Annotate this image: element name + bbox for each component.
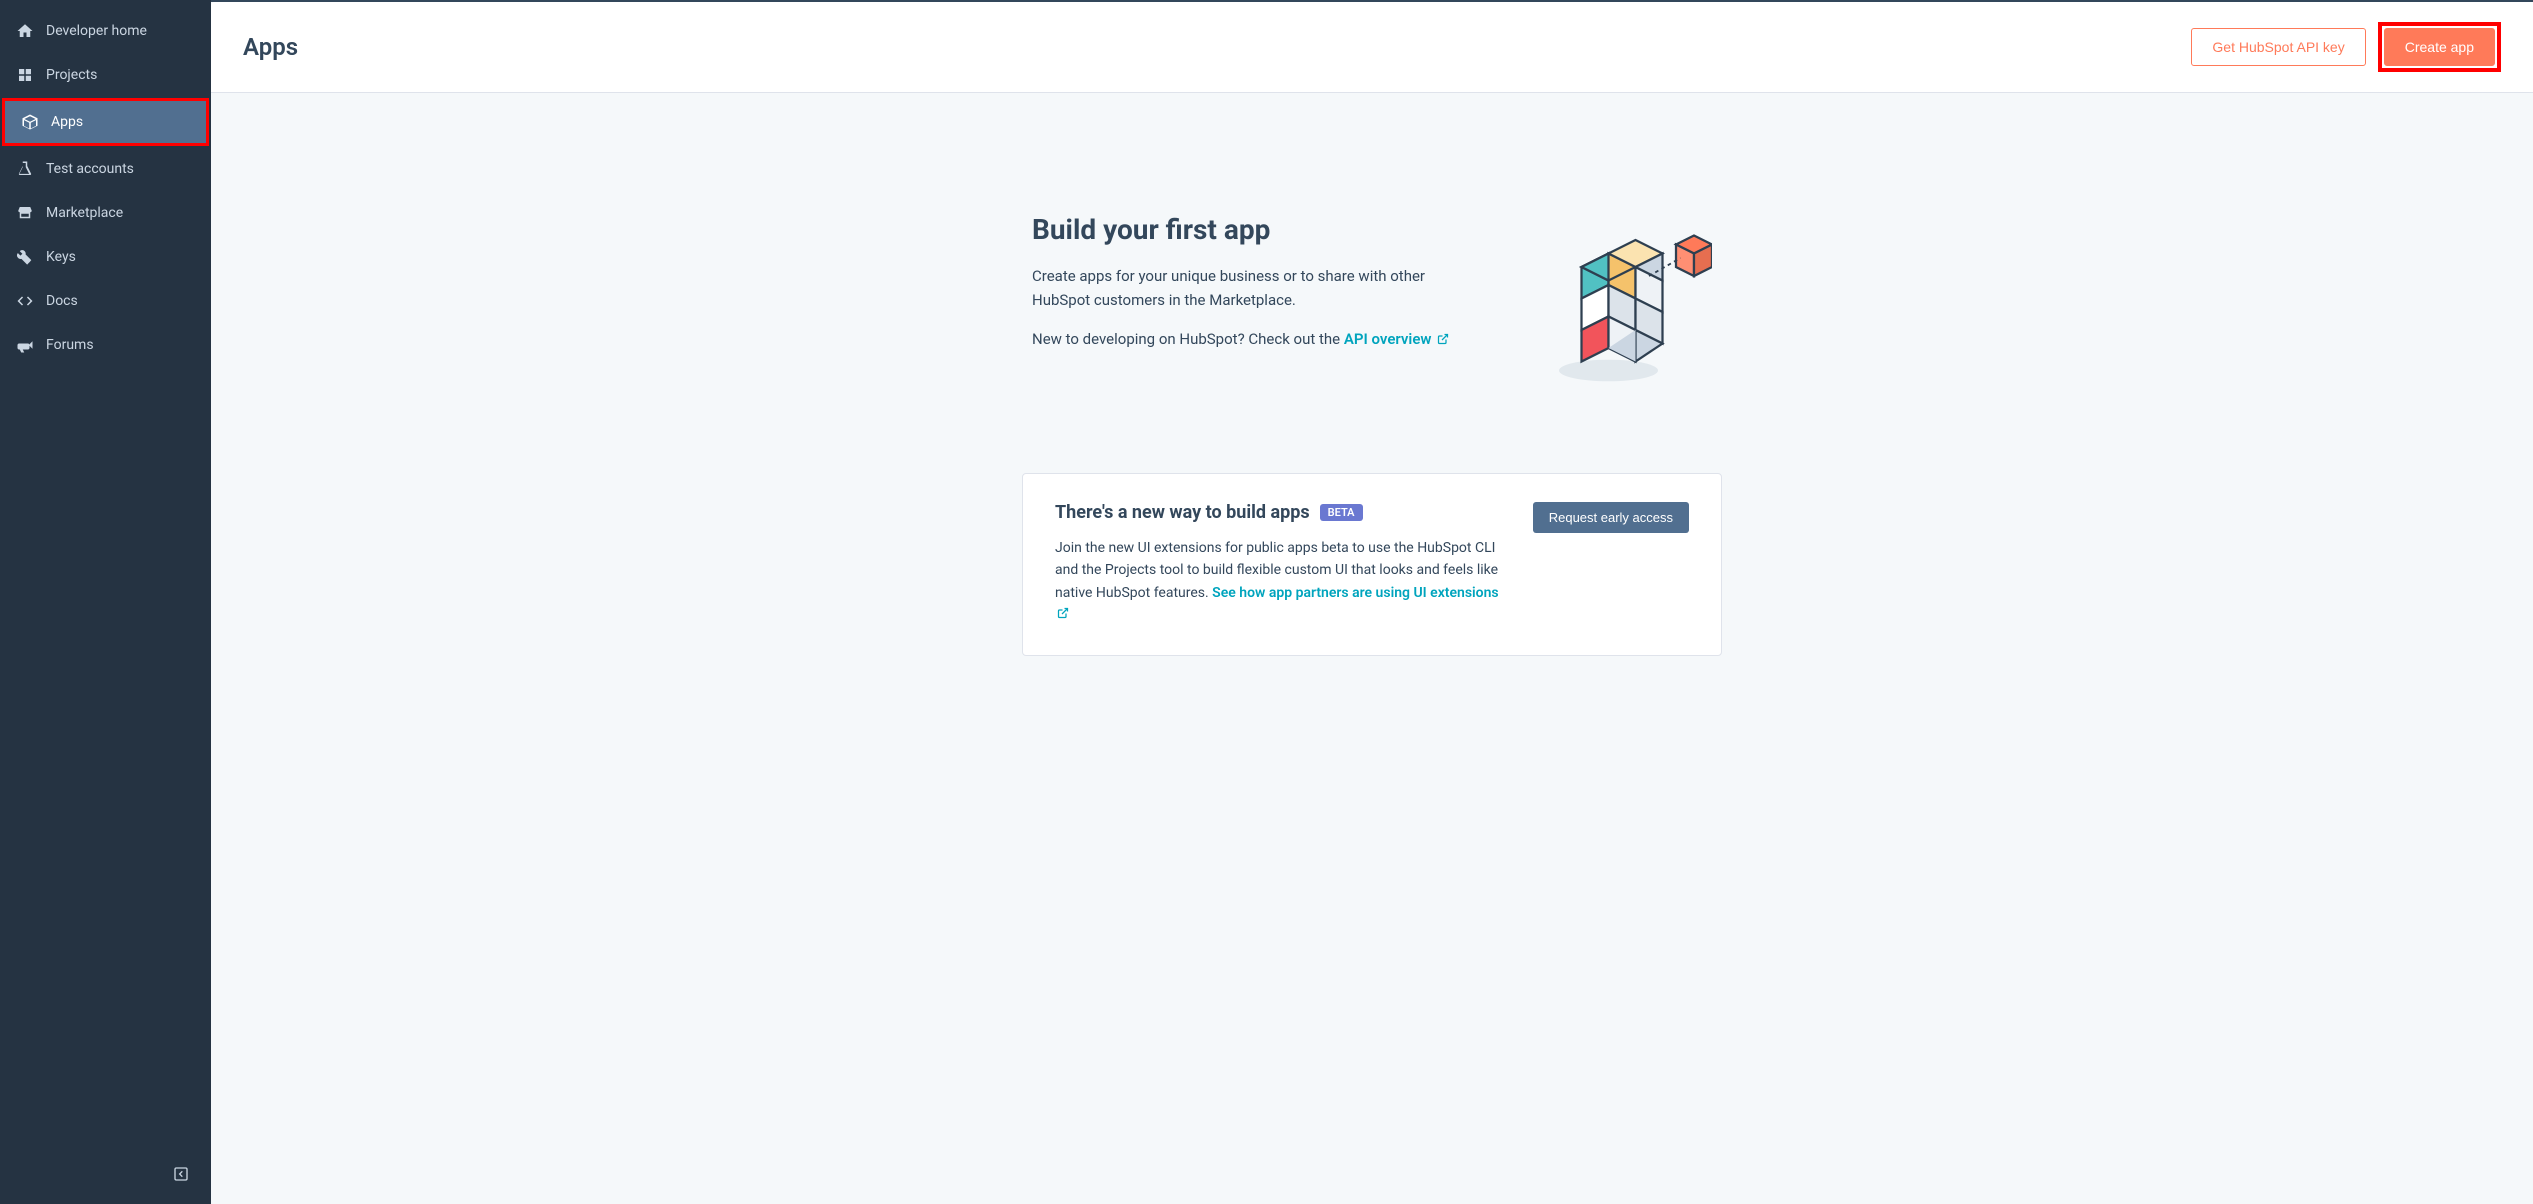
sidebar-item-label: Projects (46, 67, 97, 83)
card-title: There's a new way to build apps (1055, 502, 1310, 523)
sidebar-item-label: Developer home (46, 23, 147, 39)
sidebar-item-label: Marketplace (46, 205, 123, 221)
sidebar-item-label: Apps (51, 114, 83, 130)
card-content: There's a new way to build apps BETA Joi… (1055, 502, 1501, 627)
main-content: Apps Get HubSpot API key Create app Buil… (211, 0, 2533, 1204)
request-early-access-button[interactable]: Request early access (1533, 502, 1689, 533)
sidebar-item-test-accounts[interactable]: Test accounts (0, 148, 211, 190)
external-link-icon (1437, 331, 1449, 349)
link-label: API overview (1344, 330, 1432, 348)
cube-icon (21, 113, 39, 131)
external-link-icon (1057, 604, 1069, 626)
store-icon (16, 204, 34, 222)
sidebar-item-developer-home[interactable]: Developer home (0, 10, 211, 52)
collapse-sidebar-button[interactable] (171, 1164, 191, 1184)
sidebar-item-keys[interactable]: Keys (0, 236, 211, 278)
hero-cta: New to developing on HubSpot? Check out … (1032, 330, 1472, 349)
page-title: Apps (243, 33, 298, 61)
grid-icon (16, 66, 34, 84)
sidebar-item-marketplace[interactable]: Marketplace (0, 192, 211, 234)
hero-title: Build your first app (1032, 213, 1472, 246)
sidebar-item-docs[interactable]: Docs (0, 280, 211, 322)
get-api-key-button[interactable]: Get HubSpot API key (2191, 28, 2365, 66)
sidebar-item-projects[interactable]: Projects (0, 54, 211, 96)
sidebar: Developer home Projects Apps Test accoun… (0, 0, 211, 1204)
wrench-icon (16, 248, 34, 266)
sidebar-item-forums[interactable]: Forums (0, 324, 211, 366)
card-title-row: There's a new way to build apps BETA (1055, 502, 1501, 523)
hero-description: Create apps for your unique business or … (1032, 264, 1472, 312)
content-area: Build your first app Create apps for you… (672, 93, 2072, 716)
hero-cta-prefix: New to developing on HubSpot? Check out … (1032, 330, 1344, 348)
cube-illustration (1532, 213, 1712, 393)
page-header: Apps Get HubSpot API key Create app (211, 2, 2533, 93)
sidebar-item-label: Test accounts (46, 161, 134, 177)
api-overview-link[interactable]: API overview (1344, 330, 1449, 348)
sidebar-item-label: Docs (46, 293, 78, 309)
header-actions: Get HubSpot API key Create app (2191, 22, 2501, 72)
sidebar-item-label: Keys (46, 249, 76, 265)
megaphone-icon (16, 336, 34, 354)
sidebar-item-apps[interactable]: Apps (2, 98, 209, 146)
flask-icon (16, 160, 34, 178)
hero-text: Build your first app Create apps for you… (1032, 213, 1472, 349)
link-label: See how app partners are using UI extens… (1212, 585, 1498, 601)
create-app-button[interactable]: Create app (2384, 28, 2495, 66)
home-icon (16, 22, 34, 40)
beta-badge: BETA (1320, 504, 1363, 521)
card-text: Join the new UI extensions for public ap… (1055, 537, 1501, 627)
code-icon (16, 292, 34, 310)
beta-card: There's a new way to build apps BETA Joi… (1022, 473, 1722, 656)
highlight-frame: Create app (2378, 22, 2501, 72)
hero-section: Build your first app Create apps for you… (922, 153, 1822, 433)
sidebar-item-label: Forums (46, 337, 94, 353)
